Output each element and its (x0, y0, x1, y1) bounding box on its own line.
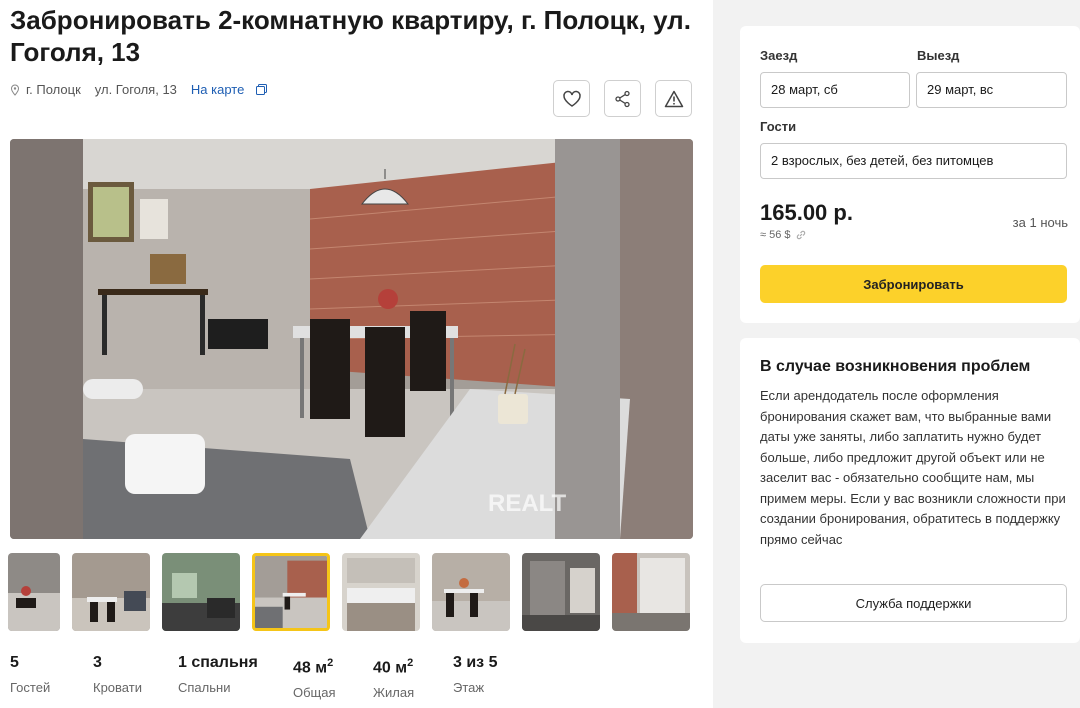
stat-label: Общая (293, 685, 336, 701)
copy-icon[interactable] (256, 84, 268, 95)
support-button[interactable]: Служба поддержки (760, 584, 1067, 622)
guests-label: Гости (760, 119, 797, 134)
address-street: ул. Гоголя, 13 (94, 82, 177, 97)
map-link[interactable]: На карте (191, 82, 244, 97)
thumbnail[interactable] (162, 553, 240, 631)
stat-value: 40 м2 (373, 652, 453, 679)
thumbnail-strip (8, 553, 698, 631)
price-period: за 1 ночь (1012, 215, 1068, 230)
pin-icon (10, 83, 20, 96)
area-unit-superscript: 2 (327, 657, 334, 669)
guests-field[interactable]: 2 взрослых, без детей, без питомцев (760, 143, 1067, 179)
stat-label: Кровати (93, 680, 142, 695)
stat-label: Гостей (10, 680, 51, 695)
problems-card: В случае возникновения проблем Если арен… (740, 338, 1080, 643)
listing-actions (553, 80, 692, 117)
stat-label: Спальни (178, 680, 231, 695)
checkin-field[interactable]: 28 март, сб (760, 72, 910, 108)
stat-living-area: 40 м2 Жилая (373, 652, 453, 700)
book-button[interactable]: Забронировать (760, 265, 1067, 303)
thumbnail[interactable] (612, 553, 690, 631)
checkout-label: Выезд (917, 48, 960, 63)
thumbnail[interactable] (8, 553, 60, 631)
price-usd: ≈ 56 $ (760, 229, 807, 241)
thumbnail[interactable] (432, 553, 510, 631)
link-icon (796, 230, 805, 240)
page-title: Забронировать 2-комнатную квартиру, г. П… (10, 5, 691, 67)
share-icon (614, 90, 630, 107)
problems-title: В случае возникновения проблем (760, 358, 1031, 375)
thumbnail[interactable] (522, 553, 600, 631)
price: 165.00 р. (760, 200, 853, 225)
address-city: г. Полоцк (26, 82, 81, 97)
checkout-field[interactable]: 29 март, вс (916, 72, 1067, 108)
thumbnail-active[interactable] (252, 553, 330, 631)
address-line: г. Полоцк ул. Гоголя, 13 На карте (10, 82, 268, 97)
stat-label: Этаж (453, 680, 485, 695)
checkin-label: Заезд (760, 48, 798, 63)
stat-total-area: 48 м2 Общая (293, 652, 373, 700)
main-photo[interactable]: REALT (10, 139, 693, 539)
thumbnail[interactable] (342, 553, 420, 631)
stat-value: 48 м2 (293, 652, 373, 679)
area-number: 48 м (293, 659, 328, 677)
watermark: REALT (488, 490, 567, 517)
stat-floor: 3 из 5 Этаж (453, 652, 533, 700)
share-button[interactable] (604, 80, 641, 117)
price-usd-value: ≈ 56 $ (760, 229, 791, 241)
stat-guests: 5 Гостей (10, 652, 93, 700)
report-button[interactable] (655, 80, 692, 117)
problems-text: Если арендодатель после оформления брони… (760, 388, 1066, 547)
stat-bedrooms: 1 спальня Спальни (178, 652, 293, 700)
stat-label: Жилая (373, 685, 415, 701)
heart-icon (562, 90, 581, 107)
area-unit-superscript: 2 (407, 657, 414, 669)
thumbnail[interactable] (72, 553, 150, 631)
stat-value: 5 (10, 654, 19, 671)
stat-value: 3 из 5 (453, 654, 498, 671)
stat-value: 1 спальня (178, 654, 258, 671)
booking-card: Заезд Выезд 28 март, сб 29 март, вс Гост… (740, 26, 1080, 323)
warning-icon (664, 90, 683, 107)
stat-value: 3 (93, 654, 102, 671)
area-number: 40 м (373, 659, 408, 677)
stat-beds: 3 Кровати (93, 652, 178, 700)
stats-row: 5 Гостей 3 Кровати 1 спальня Спальни 48 … (10, 652, 533, 700)
favorite-button[interactable] (553, 80, 590, 117)
